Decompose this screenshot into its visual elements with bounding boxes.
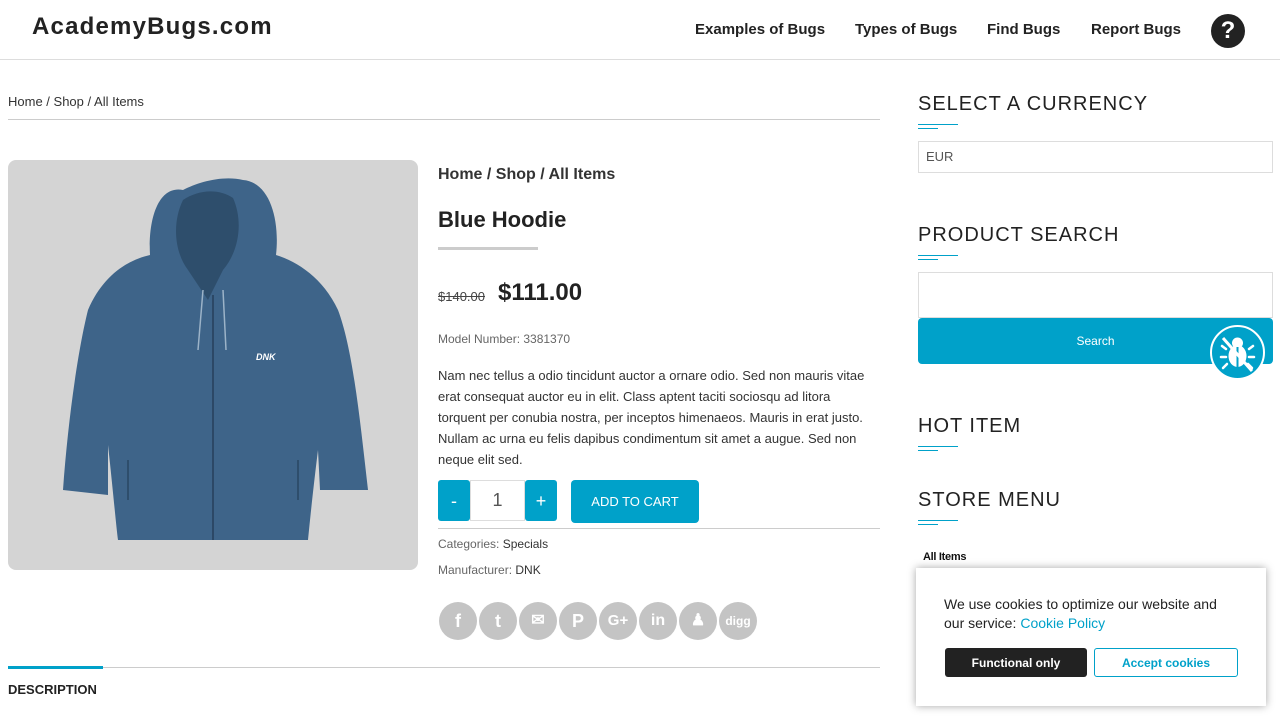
currency-select[interactable]: EUR <box>918 141 1273 173</box>
product-search-input[interactable] <box>918 272 1273 318</box>
title-underline <box>438 247 538 250</box>
facebook-icon[interactable]: f <box>439 602 477 640</box>
breadcrumb: Home / Shop / All Items <box>8 94 144 109</box>
hoodie-logo: DNK <box>256 352 277 362</box>
site-header: AcademyBugs.com Examples of Bugs Types o… <box>0 0 1280 60</box>
breadcrumb-separator: / <box>83 94 95 109</box>
categories-label: Categories: <box>438 537 500 551</box>
tab-active-indicator <box>8 666 103 669</box>
nav-types-of-bugs[interactable]: Types of Bugs <box>855 21 957 38</box>
tab-description[interactable]: DESCRIPTION <box>8 682 97 697</box>
cookie-banner: We use cookies to optimize our website a… <box>916 568 1266 706</box>
quantity-input[interactable] <box>470 480 525 521</box>
manufacturer: Manufacturer: DNK <box>438 563 541 577</box>
categories: Categories: Specials <box>438 537 548 551</box>
product-description: Nam nec tellus a odio tincidunt auctor a… <box>438 368 865 467</box>
product-title: Blue Hoodie <box>438 207 567 232</box>
manufacturer-label: Manufacturer: <box>438 563 513 577</box>
site-logo[interactable]: AcademyBugs.com <box>32 13 273 41</box>
add-to-cart-button[interactable]: ADD TO CART <box>571 480 699 523</box>
sale-price: $111.00 <box>498 279 583 306</box>
pinterest-icon[interactable]: P <box>559 602 597 640</box>
question-circle-icon[interactable]: ? <box>1211 14 1245 48</box>
twitter-icon[interactable]: t <box>479 602 517 640</box>
heading-underline <box>918 255 958 261</box>
product-image[interactable]: DNK <box>8 160 418 570</box>
email-icon[interactable]: ✉ <box>519 602 557 640</box>
quantity-decrease-button[interactable]: - <box>438 480 470 521</box>
store-menu-item[interactable]: All Items <box>923 551 966 563</box>
heading-underline <box>918 520 958 526</box>
currency-heading: SELECT A CURRENCY <box>918 93 1149 115</box>
divider <box>8 119 880 120</box>
breadcrumb-home[interactable]: Home <box>8 94 43 109</box>
quantity-increase-button[interactable]: + <box>525 480 557 521</box>
manufacturer-link[interactable]: DNK <box>515 563 540 577</box>
breadcrumb-shop[interactable]: Shop <box>54 94 84 109</box>
heading-underline <box>918 446 958 452</box>
old-price: $140.00 <box>438 289 485 304</box>
store-menu-heading: STORE MENU <box>918 489 1061 511</box>
breadcrumb-current: All Items <box>94 94 144 109</box>
bug-report-icon[interactable] <box>1210 325 1265 380</box>
accept-cookies-button[interactable]: Accept cookies <box>1094 648 1238 677</box>
myspace-icon[interactable]: ♟ <box>679 602 717 640</box>
linkedin-icon[interactable]: in <box>639 602 677 640</box>
nav-find-bugs[interactable]: Find Bugs <box>987 21 1060 38</box>
digg-icon[interactable]: digg <box>719 602 757 640</box>
cookie-message: We use cookies to optimize our website a… <box>944 595 1234 633</box>
product-breadcrumb[interactable]: Home / Shop / All Items <box>438 166 615 184</box>
tab-divider <box>8 667 880 668</box>
model-number: Model Number: 3381370 <box>438 332 571 346</box>
nav-report-bugs[interactable]: Report Bugs <box>1091 21 1181 38</box>
hot-item-heading: HOT ITEM <box>918 415 1022 437</box>
category-link[interactable]: Specials <box>503 537 548 551</box>
bug-icon <box>1219 337 1256 372</box>
cookie-policy-link[interactable]: Cookie Policy <box>1020 615 1105 631</box>
heading-underline <box>918 124 958 130</box>
google-plus-icon[interactable]: G+ <box>599 602 637 640</box>
product-search-heading: PRODUCT SEARCH <box>918 224 1120 246</box>
breadcrumb-separator: / <box>42 94 54 109</box>
nav-examples-of-bugs[interactable]: Examples of Bugs <box>695 21 825 38</box>
functional-only-button[interactable]: Functional only <box>945 648 1087 677</box>
divider <box>438 528 880 529</box>
hoodie-illustration: DNK <box>63 178 368 540</box>
